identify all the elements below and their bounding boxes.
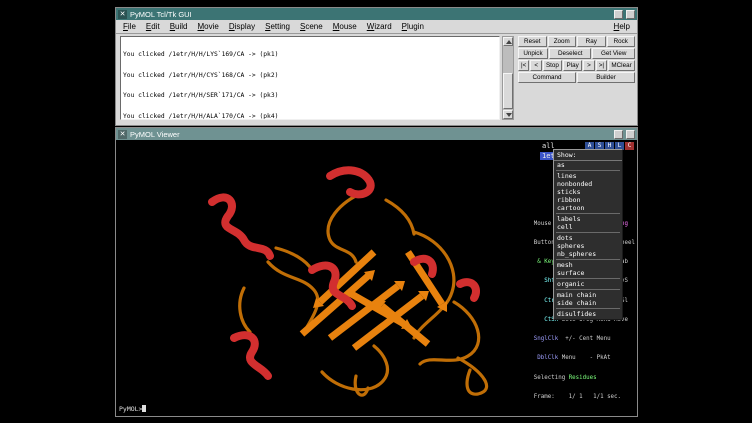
menu-item-side-chain[interactable]: side chain [554, 299, 622, 307]
menu-item-main-chain[interactable]: main chain [554, 291, 622, 299]
feedback-console[interactable]: You clicked /1etr/H/H/LYS`169/CA -> (pk1… [120, 36, 500, 120]
console-line: You clicked /1etr/H/H/SER`171/CA -> (pk3… [123, 93, 497, 100]
menu-movie[interactable]: Movie [193, 21, 224, 32]
command-button[interactable]: Command [518, 72, 576, 83]
menu-item-organic[interactable]: organic [554, 280, 622, 288]
menu-wizard[interactable]: Wizard [362, 21, 397, 32]
menu-item-mesh[interactable]: mesh [554, 261, 622, 269]
3d-viewport[interactable]: all A S H L C 1etr Show: as lines nonbon… [116, 140, 637, 416]
menu-item-disulfides[interactable]: disulfides [554, 310, 622, 318]
menu-item-spheres[interactable]: spheres [554, 242, 622, 250]
text-cursor [142, 405, 146, 412]
selecting-line[interactable]: Selecting Residues [534, 375, 635, 381]
movie-last-button[interactable]: >| [596, 60, 607, 71]
gui-titlebar[interactable]: ✕ PyMOL Tcl/Tk GUI [116, 8, 637, 20]
menu-separator [556, 213, 620, 214]
menu-help[interactable]: Help [609, 21, 635, 32]
menu-separator [556, 308, 620, 309]
unpick-button[interactable]: Unpick [518, 48, 548, 59]
menu-display[interactable]: Display [224, 21, 260, 32]
menu-item-nb-spheres[interactable]: nb_spheres [554, 250, 622, 258]
console-line: You clicked /1etr/H/H/ALA`170/CA -> (pk4… [123, 114, 497, 120]
mclear-button[interactable]: MClear [608, 60, 635, 71]
menu-plugin[interactable]: Plugin [397, 21, 429, 32]
matrix-row: SnglClk +/- Cent Menu [534, 336, 635, 342]
maximize-icon[interactable] [626, 10, 635, 19]
menu-item-cartoon[interactable]: cartoon [554, 204, 622, 212]
menu-item-labels[interactable]: labels [554, 215, 622, 223]
scroll-up-icon[interactable] [503, 37, 513, 46]
menu-scene[interactable]: Scene [295, 21, 328, 32]
viewer-window-title: PyMOL Viewer [130, 130, 180, 139]
show-menu-title: Show: [554, 151, 622, 161]
menu-item-surface[interactable]: surface [554, 269, 622, 277]
builder-button[interactable]: Builder [577, 72, 635, 83]
gui-window: ✕ PyMOL Tcl/Tk GUI File Edit Build Movie… [115, 7, 638, 126]
close-icon[interactable]: ✕ [118, 130, 127, 139]
command-prompt[interactable]: PyMOL> [119, 405, 146, 413]
zoom-button[interactable]: Zoom [548, 36, 577, 47]
menu-separator [556, 170, 620, 171]
close-icon[interactable]: ✕ [118, 10, 127, 19]
matrix-row-key: SnglClk [534, 336, 558, 342]
frame-counter: Frame: 1/ 1 1/1 sec. [534, 394, 621, 400]
selecting-label: Selecting [534, 375, 569, 381]
color-menu-button[interactable]: C [625, 142, 634, 150]
minimize-icon[interactable] [614, 130, 623, 139]
menu-file[interactable]: File [118, 21, 141, 32]
viewer-window: ✕ PyMOL Viewer [115, 127, 638, 417]
menu-separator [556, 289, 620, 290]
menu-item-sticks[interactable]: sticks [554, 188, 622, 196]
menu-build[interactable]: Build [165, 21, 193, 32]
menu-item-ribbon[interactable]: ribbon [554, 196, 622, 204]
menu-item-nonbonded[interactable]: nonbonded [554, 180, 622, 188]
selecting-value: Residues [569, 375, 597, 381]
console-scrollbar[interactable] [502, 36, 514, 120]
menubar: File Edit Build Movie Display Setting Sc… [116, 20, 637, 34]
reset-button[interactable]: Reset [518, 36, 547, 47]
minimize-icon[interactable] [614, 10, 623, 19]
show-menu: Show: as lines nonbonded sticks ribbon c… [553, 149, 623, 320]
viewer-titlebar[interactable]: ✕ PyMOL Viewer [116, 128, 637, 140]
scrollbar-thumb[interactable] [503, 73, 513, 109]
maximize-icon[interactable] [626, 130, 635, 139]
console-line: You clicked /1etr/H/H/CYS`168/CA -> (pk2… [123, 73, 497, 80]
matrix-row: DblClk Menu - PkAt [534, 355, 635, 361]
menu-item-cell[interactable]: cell [554, 223, 622, 231]
menu-item-lines[interactable]: lines [554, 172, 622, 180]
scroll-down-icon[interactable] [503, 110, 513, 119]
matrix-row-actions: Menu - PkAt [558, 355, 610, 361]
menu-edit[interactable]: Edit [141, 21, 165, 32]
menu-setting[interactable]: Setting [260, 21, 295, 32]
prompt-label: PyMOL> [119, 405, 142, 413]
matrix-row-key: DblClk [534, 355, 558, 361]
movie-prev-button[interactable]: < [530, 60, 541, 71]
menu-separator [556, 278, 620, 279]
stop-button[interactable]: Stop [543, 60, 562, 71]
rock-button[interactable]: Rock [607, 36, 636, 47]
movie-first-button[interactable]: |< [518, 60, 529, 71]
deselect-button[interactable]: Deselect [549, 48, 592, 59]
menu-separator [556, 259, 620, 260]
menu-separator [556, 232, 620, 233]
console-line: You clicked /1etr/H/H/LYS`169/CA -> (pk1… [123, 52, 497, 59]
gui-window-title: PyMOL Tcl/Tk GUI [130, 10, 192, 19]
matrix-row-actions: +/- Cent Menu [558, 336, 610, 342]
ray-button[interactable]: Ray [577, 36, 606, 47]
menu-mouse[interactable]: Mouse [328, 21, 362, 32]
control-button-panel: Reset Zoom Ray Rock Unpick Deselect Get … [518, 36, 635, 83]
menu-item-dots[interactable]: dots [554, 234, 622, 242]
menu-item-as[interactable]: as [554, 161, 622, 169]
frame-line: Frame: 1/ 1 1/1 sec. [534, 394, 635, 400]
play-button[interactable]: Play [563, 60, 582, 71]
movie-next-button[interactable]: > [583, 60, 594, 71]
get-view-button[interactable]: Get View [592, 48, 635, 59]
